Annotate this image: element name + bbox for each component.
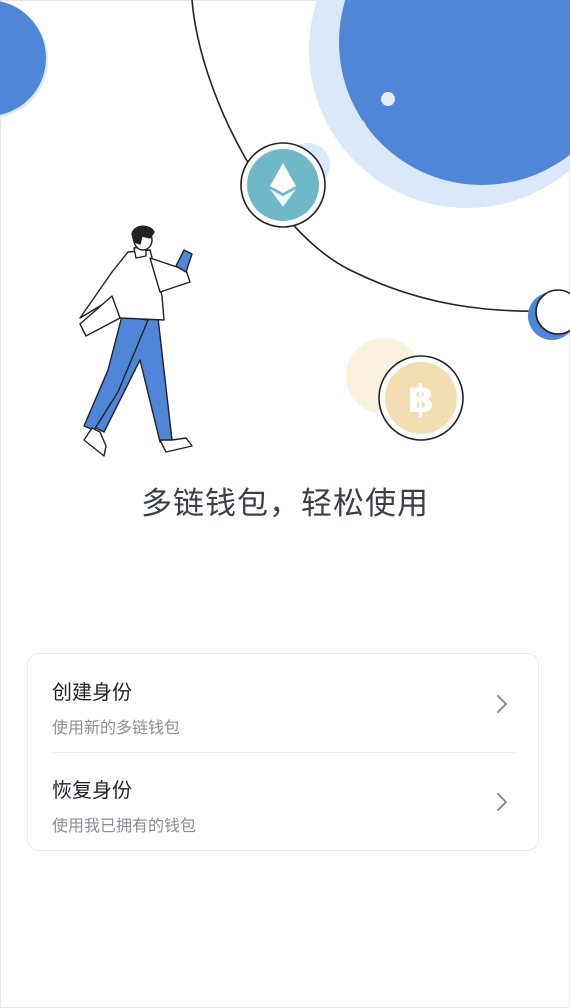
orbit-node bbox=[528, 289, 570, 340]
onboarding-screen: ฿ 多链钱包，轻松使用 创建身份 使用新的多链钱包 恢复身份 使用我已拥有的钱包 bbox=[0, 0, 570, 1008]
walking-person-illustration bbox=[79, 225, 193, 457]
top-right-planet bbox=[309, 0, 570, 208]
restore-identity-subtitle: 使用我已拥有的钱包 bbox=[52, 816, 197, 835]
create-identity-button[interactable]: 创建身份 使用新的多链钱包 bbox=[28, 654, 538, 752]
top-left-blob bbox=[0, 1, 48, 118]
create-identity-subtitle: 使用新的多链钱包 bbox=[52, 718, 181, 737]
restore-identity-button[interactable]: 恢复身份 使用我已拥有的钱包 bbox=[28, 752, 538, 850]
bitcoin-coin-icon: ฿ bbox=[378, 355, 464, 441]
small-bubble bbox=[341, 117, 367, 143]
page-tagline: 多链钱包，轻松使用 bbox=[141, 486, 429, 522]
identity-options-card: 创建身份 使用新的多链钱包 恢复身份 使用我已拥有的钱包 bbox=[27, 653, 539, 851]
restore-identity-title: 恢复身份 bbox=[52, 778, 132, 802]
chevron-right-icon bbox=[497, 695, 507, 713]
create-identity-title: 创建身份 bbox=[52, 680, 132, 704]
chevron-right-icon bbox=[497, 793, 507, 811]
svg-text:฿: ฿ bbox=[408, 377, 434, 421]
hero-illustration: ฿ bbox=[0, 0, 570, 457]
ethereum-coin-icon bbox=[240, 142, 326, 228]
small-bubble bbox=[381, 92, 395, 106]
